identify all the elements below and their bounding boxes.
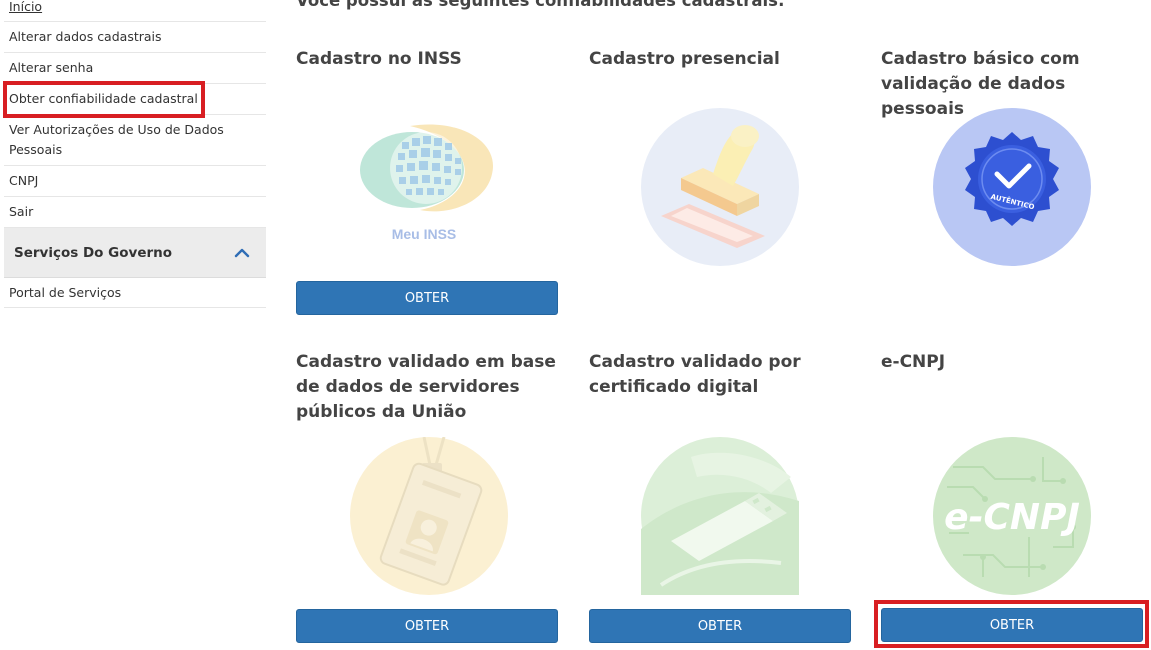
ecnpj-logo-text: e-CNPJ: [944, 497, 1080, 538]
sidebar-section-servicos[interactable]: Serviços Do Governo: [4, 228, 266, 278]
card-title-inss: Cadastro no INSS: [296, 49, 462, 69]
ecnpj-logo: e-CNPJ: [933, 437, 1091, 595]
sidebar-item-alterar-senha[interactable]: Alterar senha: [4, 53, 266, 84]
card-title-presencial: Cadastro presencial: [589, 49, 780, 69]
sidebar-item-sair[interactable]: Sair: [4, 197, 266, 228]
id-badge-icon: [350, 437, 508, 595]
meu-inss-logo-text: Meu INSS: [392, 226, 457, 242]
highlight-ecnpj-button: [874, 600, 1149, 648]
card-title-servidores: Cadastro validado em base de dados de se…: [296, 352, 556, 422]
page-title: Você possui as seguintes confiabilidades…: [296, 0, 785, 10]
chevron-up-icon[interactable]: [232, 246, 252, 260]
sidebar-item-alterar-dados[interactable]: Alterar dados cadastrais: [4, 22, 266, 53]
obter-button-inss[interactable]: OBTER: [296, 281, 558, 315]
sidebar-section-title: Serviços Do Governo: [14, 244, 173, 261]
sidebar-item-portal-servicos[interactable]: Portal de Serviços: [4, 278, 266, 308]
meu-inss-logo: Meu INSS: [360, 124, 494, 242]
sidebar: Início Alterar dados cadastrais Alterar …: [4, 0, 266, 308]
highlight-sidebar-item: [3, 81, 205, 118]
sidebar-item-autorizacoes[interactable]: Ver Autorizações de Uso de Dados Pessoai…: [4, 115, 266, 166]
card-title-certificado: Cadastro validado por certificado digita…: [589, 352, 801, 397]
authentic-seal-icon: AUTÊNTICO: [933, 108, 1091, 266]
stamp-icon: [641, 108, 799, 266]
sidebar-item-inicio[interactable]: Início: [4, 0, 266, 22]
usb-token-icon: [641, 437, 799, 595]
obter-button-certificado[interactable]: OBTER: [589, 609, 851, 643]
sidebar-item-cnpj[interactable]: CNPJ: [4, 166, 266, 197]
card-title-ecnpj: e-CNPJ: [881, 352, 946, 372]
obter-button-servidores[interactable]: OBTER: [296, 609, 558, 643]
